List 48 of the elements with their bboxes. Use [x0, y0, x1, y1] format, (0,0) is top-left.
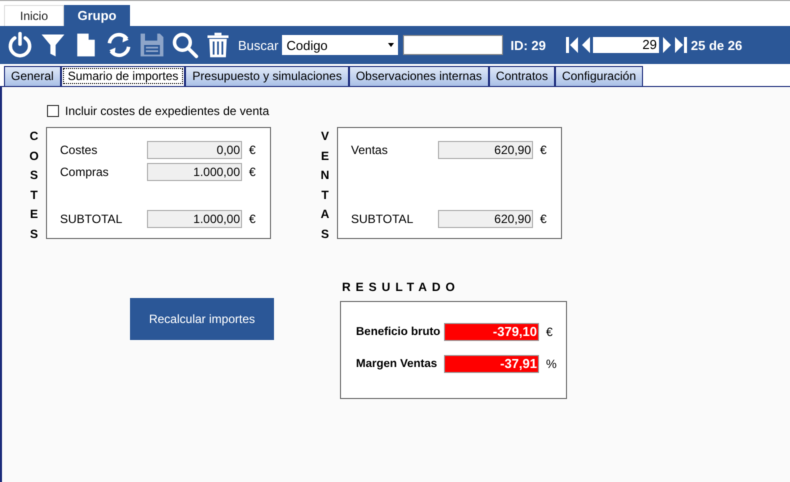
next-icon[interactable] [662, 37, 671, 53]
value-field: 620,90 [438, 210, 533, 228]
unit-label: € [540, 212, 547, 226]
search-icon[interactable] [171, 31, 199, 59]
unit-label: € [249, 165, 256, 179]
value-field: -379,10 [444, 323, 539, 341]
search-label: Buscar [238, 38, 278, 52]
field-label: Costes [60, 143, 98, 157]
value-field: 1.000,00 [147, 210, 242, 228]
page-field[interactable]: 29 [592, 37, 659, 53]
last-page-icon[interactable] [674, 37, 687, 53]
section-title: RESULTADO [342, 280, 461, 294]
tab[interactable]: Configuración [554, 66, 643, 86]
field-label: Ventas [351, 143, 389, 157]
field-label: Margen Ventas [356, 358, 438, 370]
unit-label: € [540, 143, 547, 157]
value-field: 1.000,00 [147, 163, 242, 181]
refresh-icon[interactable] [105, 31, 133, 59]
value-field: -37,91 [444, 355, 539, 373]
tab[interactable]: Presupuesto y simulaciones [185, 66, 349, 86]
unit-label: € [249, 143, 256, 157]
field-label: Compras [60, 165, 110, 179]
value-field: 620,90 [438, 141, 533, 159]
section-title: COSTES [28, 128, 40, 242]
checkbox[interactable] [47, 105, 59, 117]
unit-label: % [546, 357, 557, 371]
value-field: 0,00 [147, 141, 242, 159]
id-label: ID: 29 [510, 38, 546, 52]
section-title: VENTAS [320, 128, 330, 242]
checkbox-label: Incluir costes de expedientes de venta [65, 104, 270, 118]
tab[interactable]: Sumario de importes [60, 66, 186, 86]
tab[interactable]: Contratos [488, 66, 555, 86]
ribbon-tab[interactable]: Grupo [64, 5, 130, 26]
recalculate-button[interactable]: Recalcular importes [130, 298, 274, 340]
unit-label: € [249, 212, 256, 226]
field-label: SUBTOTAL [60, 212, 124, 226]
power-icon[interactable] [6, 31, 34, 59]
tab[interactable]: General [4, 66, 61, 86]
search-input[interactable] [403, 35, 504, 55]
first-page-icon[interactable] [566, 37, 578, 53]
unit-label: € [546, 325, 553, 339]
search-field-dropdown[interactable]: Codigo [282, 35, 398, 55]
field-label: Beneficio bruto [356, 326, 442, 338]
previous-icon[interactable] [582, 37, 590, 53]
record-count: 25 de 26 [690, 38, 742, 52]
field-label: SUBTOTAL [351, 212, 414, 226]
caret-icon [388, 43, 394, 47]
tab[interactable]: Observaciones internas [348, 66, 489, 86]
